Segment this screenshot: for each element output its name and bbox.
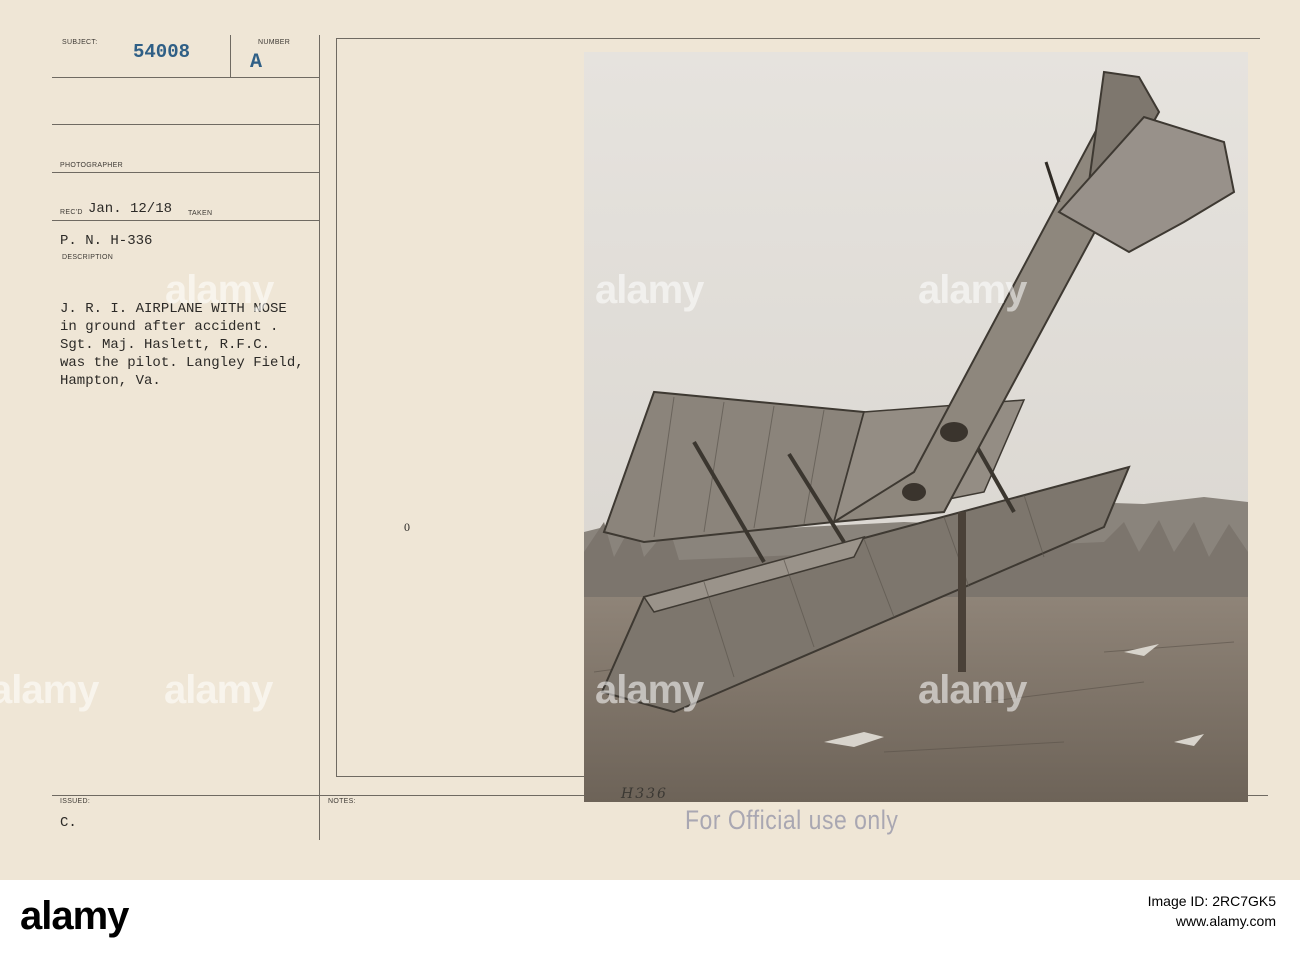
recd-label: REC'D	[60, 209, 83, 216]
subject-number: 54008	[133, 41, 191, 63]
number-label: NUMBER	[258, 39, 291, 46]
rule	[52, 124, 319, 125]
footer-url: www.alamy.com	[1175, 913, 1276, 929]
rule	[319, 35, 320, 840]
image-id: Image ID: 2RC7GK5	[1147, 893, 1276, 909]
number-value: A	[250, 51, 263, 74]
airplane-photo	[584, 52, 1248, 802]
recd-date: Jan. 12/18	[88, 201, 173, 217]
notes-box-border	[336, 38, 1260, 39]
crashed-biplane-illustration	[584, 52, 1248, 802]
rule	[52, 172, 319, 173]
description-line: in ground after accident .	[60, 319, 279, 335]
pn-number: P. N. H-336	[60, 233, 153, 249]
negative-number: H336	[621, 786, 668, 802]
rule	[52, 220, 319, 221]
photographer-label: PHOTOGRAPHER	[60, 162, 123, 169]
pencil-mark: 0	[404, 520, 410, 534]
description-line: Hampton, Va.	[60, 373, 161, 389]
description-line: Sgt. Maj. Haslett, R.F.C.	[60, 337, 271, 353]
official-use-stamp: For Official use only	[685, 804, 899, 835]
notes-box-border	[336, 38, 337, 776]
description-line: J. R. I. AIRPLANE WITH NOSE	[60, 301, 287, 317]
footer-logo: alamy	[20, 894, 129, 938]
taken-label: TAKEN	[188, 210, 213, 217]
footer-info: Image ID: 2RC7GK5 www.alamy.com	[1148, 892, 1276, 932]
notes-label: NOTES:	[328, 798, 356, 805]
notes-box-border	[336, 776, 586, 777]
description-label: DESCRIPTION	[62, 254, 114, 261]
issued-label: ISSUED:	[60, 798, 91, 805]
footer-bar	[0, 880, 1300, 968]
rule	[230, 35, 231, 77]
issued-value: C.	[60, 815, 77, 831]
description-line: was the pilot. Langley Field,	[60, 355, 304, 371]
rule	[52, 77, 319, 78]
subject-label: SUBJECT:	[62, 39, 98, 46]
